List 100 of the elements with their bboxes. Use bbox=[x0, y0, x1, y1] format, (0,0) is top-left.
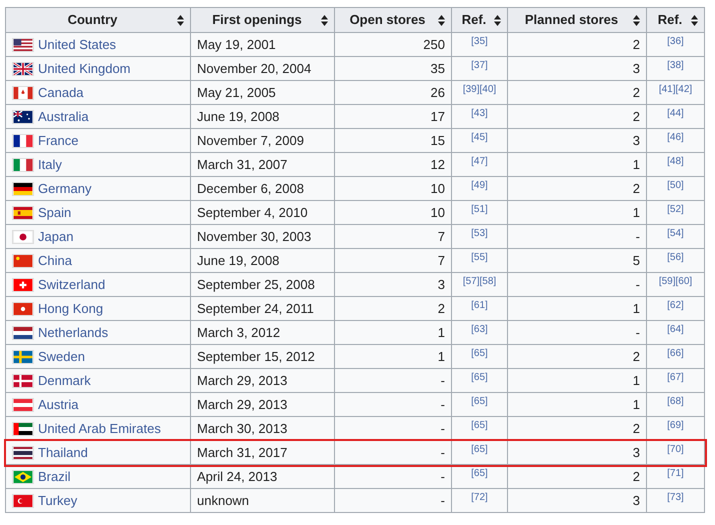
reference-link[interactable]: [52] bbox=[667, 204, 684, 214]
column-header[interactable]: Planned stores bbox=[508, 8, 646, 32]
date-text: March 3, 2012 bbox=[197, 324, 280, 340]
reference-link[interactable]: [36] bbox=[667, 36, 684, 46]
column-header[interactable]: Ref. bbox=[452, 8, 508, 32]
country-link[interactable]: Spain bbox=[38, 202, 72, 222]
reference-link[interactable]: [44] bbox=[667, 108, 684, 118]
sort-icon[interactable] bbox=[494, 14, 501, 26]
country-link[interactable]: Austria bbox=[38, 394, 78, 414]
reference-link[interactable]: [55] bbox=[471, 252, 488, 262]
date-text: March 31, 2007 bbox=[197, 156, 288, 172]
date-text: September 25, 2008 bbox=[197, 276, 315, 292]
reference-link[interactable]: [42] bbox=[676, 84, 692, 94]
reference-link[interactable]: [62] bbox=[667, 300, 684, 310]
date-text: November 7, 2009 bbox=[197, 132, 304, 148]
reference-link[interactable]: [56] bbox=[667, 252, 684, 262]
reference-link[interactable]: [58] bbox=[480, 276, 496, 286]
sort-icon[interactable] bbox=[438, 14, 445, 26]
reference-link[interactable]: [66] bbox=[667, 348, 684, 358]
reference-link[interactable]: [63] bbox=[471, 324, 488, 334]
store-count: - bbox=[636, 324, 640, 340]
reference-link[interactable]: [72] bbox=[471, 492, 488, 502]
country-link[interactable]: China bbox=[38, 250, 72, 270]
reference-link[interactable]: [71] bbox=[667, 468, 684, 478]
reference-link[interactable]: [40] bbox=[480, 84, 496, 94]
date-text: March 29, 2013 bbox=[197, 372, 288, 388]
reference-link[interactable]: [70] bbox=[667, 444, 684, 454]
store-count: 10 bbox=[430, 204, 445, 220]
store-count: 12 bbox=[430, 156, 445, 172]
reference-link[interactable]: [65] bbox=[471, 372, 488, 382]
reference-link[interactable]: [39] bbox=[462, 84, 480, 94]
country-link[interactable]: Turkey bbox=[38, 490, 78, 510]
sort-icon[interactable] bbox=[321, 14, 328, 26]
store-count: - bbox=[636, 228, 640, 244]
reference-link[interactable]: [59] bbox=[658, 276, 676, 286]
reference-link[interactable]: [68] bbox=[667, 396, 684, 406]
reference-link[interactable]: [65] bbox=[471, 348, 488, 358]
store-count: 1 bbox=[632, 204, 640, 220]
column-header[interactable]: First openings bbox=[190, 8, 334, 32]
date-text: September 24, 2011 bbox=[197, 300, 314, 316]
store-count: 2 bbox=[632, 36, 640, 52]
store-count: - bbox=[440, 396, 445, 412]
reference-link[interactable]: [49] bbox=[471, 180, 488, 190]
reference-link[interactable]: [35] bbox=[471, 36, 488, 46]
reference-link[interactable]: [65] bbox=[471, 468, 488, 478]
sort-icon[interactable] bbox=[633, 14, 640, 26]
date-text: April 24, 2013 bbox=[197, 468, 278, 484]
country-link[interactable]: Italy bbox=[38, 154, 62, 174]
reference-link[interactable]: [67] bbox=[667, 372, 684, 382]
reference-link[interactable]: [54] bbox=[667, 228, 684, 238]
store-count: - bbox=[440, 492, 445, 508]
reference-link[interactable]: [57] bbox=[462, 276, 480, 286]
store-count: - bbox=[636, 276, 640, 292]
date-text: June 19, 2008 bbox=[197, 108, 280, 124]
sort-icon[interactable] bbox=[177, 14, 184, 26]
reference-link[interactable]: [45] bbox=[471, 132, 488, 142]
store-count: 7 bbox=[438, 252, 445, 268]
store-count: 3 bbox=[438, 276, 445, 292]
store-count: 2 bbox=[632, 108, 640, 124]
reference-link[interactable]: [47] bbox=[471, 156, 488, 166]
flag-icon bbox=[12, 494, 34, 508]
reference-link[interactable]: [51] bbox=[471, 204, 488, 214]
reference-link[interactable]: [53] bbox=[471, 228, 488, 238]
reference-link[interactable]: [48] bbox=[667, 156, 684, 166]
date-text: November 20, 2004 bbox=[197, 60, 312, 76]
reference-link[interactable]: [38] bbox=[667, 60, 684, 70]
sort-icon[interactable] bbox=[691, 14, 698, 26]
reference-link[interactable]: [65] bbox=[471, 420, 488, 430]
store-count: - bbox=[440, 468, 445, 484]
column-header[interactable]: Ref. bbox=[646, 8, 704, 32]
column-header[interactable]: Open stores bbox=[334, 8, 452, 32]
reference-link[interactable]: [50] bbox=[667, 180, 684, 190]
date-text: September 4, 2010 bbox=[197, 204, 308, 220]
date-text: May 21, 2005 bbox=[197, 84, 276, 100]
country-link[interactable]: France bbox=[38, 130, 78, 150]
reference-link[interactable]: [43] bbox=[471, 108, 488, 118]
reference-link[interactable]: [41] bbox=[658, 84, 676, 94]
store-count: 2 bbox=[632, 468, 640, 484]
reference-link[interactable]: [73] bbox=[667, 492, 684, 502]
country-link[interactable]: Japan bbox=[38, 226, 74, 246]
store-count: 3 bbox=[632, 132, 640, 148]
reference-link[interactable]: [46] bbox=[667, 132, 684, 142]
store-count: - bbox=[440, 444, 445, 460]
store-count: 15 bbox=[430, 132, 445, 148]
country-link[interactable]: Brazil bbox=[38, 466, 71, 486]
reference-link[interactable]: [60] bbox=[676, 276, 692, 286]
flag-icon bbox=[12, 158, 34, 172]
reference-link[interactable]: [65] bbox=[471, 444, 488, 454]
reference-link[interactable]: [64] bbox=[667, 324, 684, 334]
flag-icon bbox=[12, 110, 34, 124]
date-text: March 30, 2013 bbox=[197, 420, 288, 436]
reference-link[interactable]: [61] bbox=[471, 300, 488, 310]
flag-icon bbox=[12, 230, 34, 244]
store-count: 5 bbox=[632, 252, 640, 268]
reference-link[interactable]: [37] bbox=[471, 60, 488, 70]
store-count: 1 bbox=[438, 324, 445, 340]
column-header[interactable]: Country bbox=[6, 8, 190, 32]
store-count: 1 bbox=[632, 156, 640, 172]
reference-link[interactable]: [65] bbox=[471, 396, 488, 406]
reference-link[interactable]: [69] bbox=[667, 420, 684, 430]
